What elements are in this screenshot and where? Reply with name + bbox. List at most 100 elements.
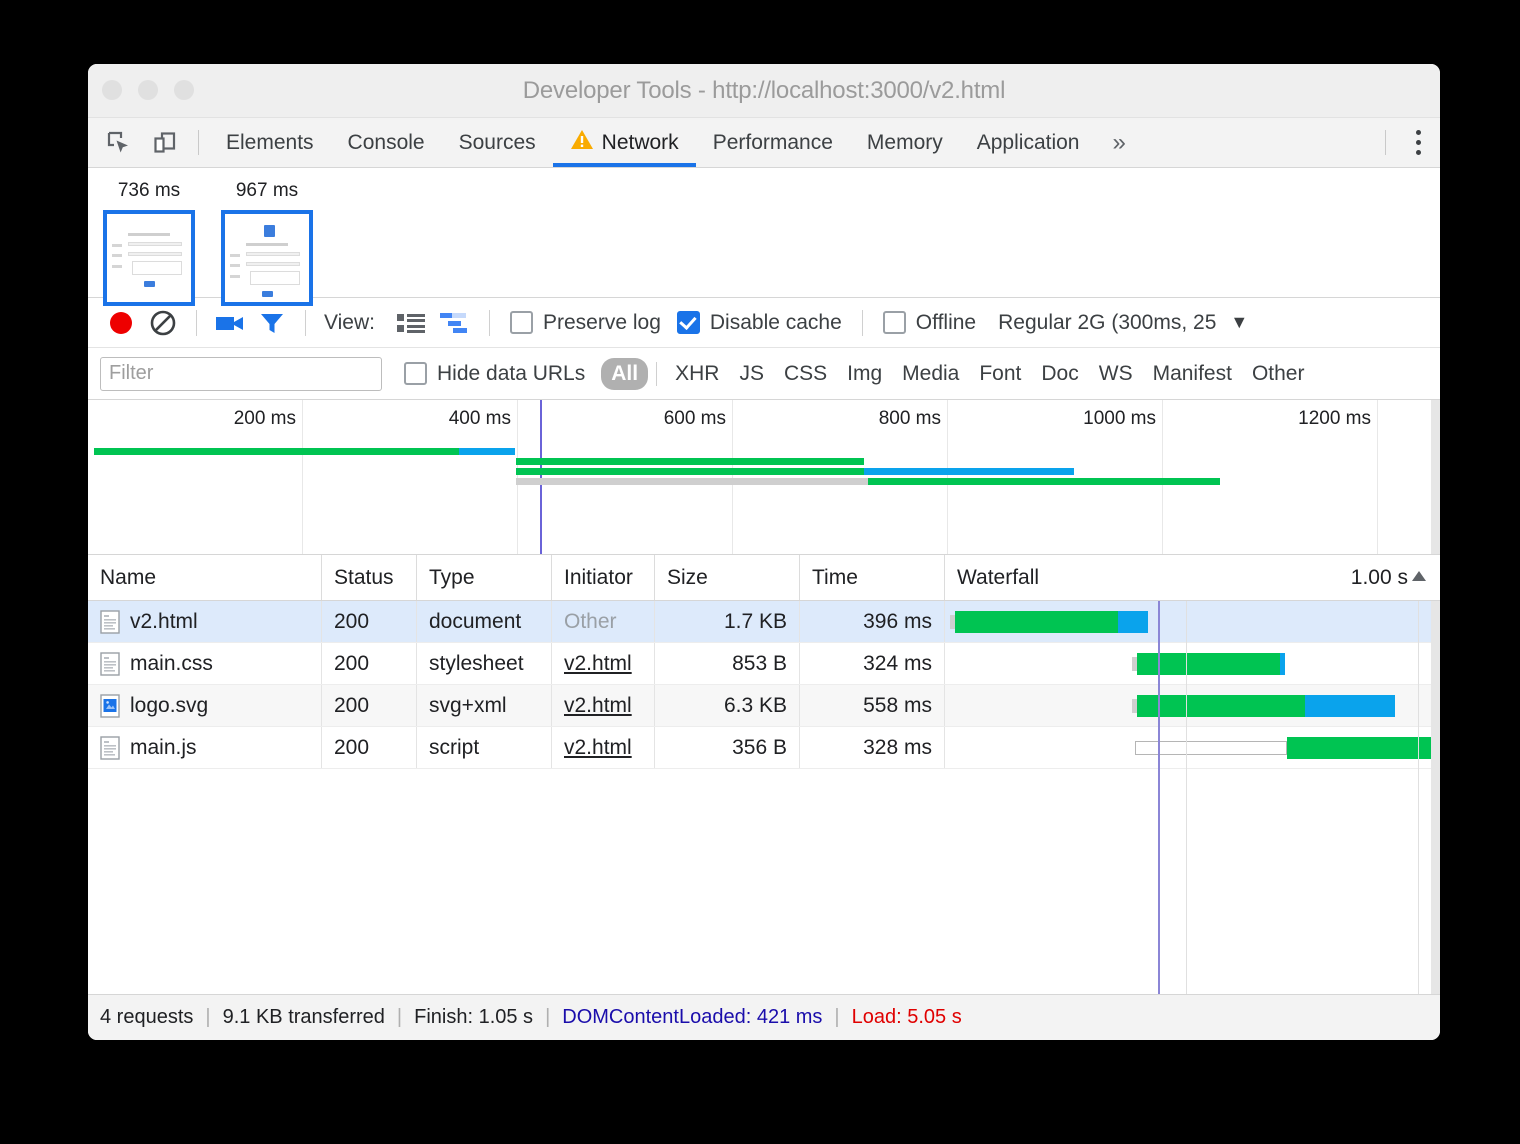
camera-icon[interactable]	[209, 302, 251, 344]
checkbox-box[interactable]	[404, 362, 427, 385]
tab-console[interactable]: Console	[331, 118, 442, 167]
column-header-status[interactable]: Status	[322, 555, 417, 600]
table-row[interactable]: v2.html 200 document Other 1.7 KB 396 ms	[88, 601, 1440, 643]
dom-content-loaded-marker	[540, 400, 542, 554]
cell-waterfall	[945, 643, 1440, 684]
offline-checkbox[interactable]: Offline	[875, 311, 984, 335]
overview-bar-green	[516, 458, 864, 465]
cell-name: main.css	[88, 643, 322, 684]
frame-thumbnail[interactable]	[103, 210, 195, 306]
disable-cache-checkbox[interactable]: Disable cache	[669, 311, 850, 335]
disable-cache-label: Disable cache	[710, 311, 842, 335]
table-row[interactable]: main.css 200 stylesheet v2.html 853 B 32…	[88, 643, 1440, 685]
filter-type-ws[interactable]: WS	[1089, 358, 1143, 390]
filmstrip: 736 ms 967 ms	[88, 168, 1440, 298]
waterfall-scale-group: 1.00 s	[1351, 566, 1428, 590]
filter-type-all[interactable]: All	[601, 358, 648, 390]
throttle-dropdown[interactable]: Regular 2G (300ms, 25 ▼	[998, 311, 1248, 335]
cell-type: stylesheet	[417, 643, 552, 684]
warning-triangle-icon	[570, 129, 594, 156]
table-header-row: Name Status Type Initiator Size Time Wat…	[88, 555, 1440, 601]
filmstrip-frame[interactable]: 736 ms	[102, 180, 196, 306]
toolbar-divider-4	[862, 310, 863, 336]
filter-type-media[interactable]: Media	[892, 358, 969, 390]
cell-size: 853 B	[655, 643, 800, 684]
column-header-type[interactable]: Type	[417, 555, 552, 600]
checkbox-box[interactable]	[677, 311, 700, 334]
hide-data-urls-checkbox[interactable]: Hide data URLs	[396, 362, 593, 386]
table-scrollbar[interactable]	[1431, 601, 1440, 994]
record-icon[interactable]	[100, 302, 142, 344]
filter-type-js[interactable]: JS	[729, 358, 774, 390]
tab-overflow-button[interactable]: »	[1096, 118, 1138, 167]
list-view-icon[interactable]	[389, 305, 433, 341]
tab-label: Memory	[867, 131, 943, 155]
cell-name: main.js	[88, 727, 322, 768]
request-name: v2.html	[130, 610, 198, 634]
frame-thumbnail[interactable]	[221, 210, 313, 306]
device-toolbar-icon[interactable]	[148, 126, 182, 160]
inspect-element-icon[interactable]	[102, 126, 136, 160]
filter-divider	[656, 362, 657, 386]
filter-type-manifest[interactable]: Manifest	[1143, 358, 1242, 390]
column-header-name[interactable]: Name	[88, 555, 322, 600]
filter-input[interactable]	[100, 357, 382, 391]
filter-type-css[interactable]: CSS	[774, 358, 837, 390]
tab-memory[interactable]: Memory	[850, 118, 960, 167]
table-row[interactable]: main.js 200 script v2.html 356 B 328 ms	[88, 727, 1440, 769]
table-row[interactable]: logo.svg 200 svg+xml v2.html 6.3 KB 558 …	[88, 685, 1440, 727]
preserve-log-checkbox[interactable]: Preserve log	[502, 311, 669, 335]
request-name: main.js	[130, 736, 197, 760]
frame-timestamp: 967 ms	[236, 180, 298, 202]
chevron-down-icon[interactable]: ▼	[1230, 312, 1248, 333]
column-header-size[interactable]: Size	[655, 555, 800, 600]
column-header-waterfall[interactable]: Waterfall 1.00 s	[945, 555, 1440, 600]
initiator-link[interactable]: v2.html	[564, 652, 632, 676]
page-preview	[110, 217, 188, 299]
cell-initiator: v2.html	[552, 643, 655, 684]
tab-performance[interactable]: Performance	[696, 118, 850, 167]
waterfall-gridline	[1418, 601, 1419, 994]
filter-funnel-icon[interactable]	[251, 302, 293, 344]
tab-elements[interactable]: Elements	[209, 118, 331, 167]
waterfall-view-icon[interactable]	[433, 305, 477, 341]
requests-table: Name Status Type Initiator Size Time Wat…	[88, 555, 1440, 994]
checkbox-box[interactable]	[883, 311, 906, 334]
cell-initiator: v2.html	[552, 685, 655, 726]
waterfall-segment-green	[1287, 737, 1437, 759]
filter-type-img[interactable]: Img	[837, 358, 892, 390]
waterfall-label: Waterfall	[957, 566, 1039, 590]
status-separator: |	[397, 1006, 402, 1029]
checkbox-box[interactable]	[510, 311, 533, 334]
table-body: v2.html 200 document Other 1.7 KB 396 ms	[88, 601, 1440, 994]
initiator-link[interactable]: v2.html	[564, 736, 632, 760]
cell-status: 200	[322, 643, 417, 684]
cell-time: 558 ms	[800, 685, 945, 726]
cell-name: v2.html	[88, 601, 322, 642]
column-header-initiator[interactable]: Initiator	[552, 555, 655, 600]
tab-label: Elements	[226, 131, 314, 155]
cell-status: 200	[322, 685, 417, 726]
cell-waterfall	[945, 685, 1440, 726]
tab-sources[interactable]: Sources	[442, 118, 553, 167]
document-file-icon	[100, 652, 120, 676]
more-vertical-icon[interactable]	[1396, 130, 1440, 155]
clear-icon[interactable]	[142, 302, 184, 344]
column-header-time[interactable]: Time	[800, 555, 945, 600]
filmstrip-frame[interactable]: 967 ms	[220, 180, 314, 306]
sort-ascending-icon[interactable]	[1410, 566, 1428, 590]
network-overview-timeline[interactable]: 200 ms 400 ms 600 ms 800 ms 1000 ms 1200…	[88, 400, 1440, 555]
tab-bar-right	[1375, 118, 1440, 167]
filter-type-other[interactable]: Other	[1242, 358, 1315, 390]
tab-application[interactable]: Application	[960, 118, 1097, 167]
panel-tab-bar: Elements Console Sources Network	[88, 118, 1440, 168]
toolbar-divider-3	[489, 310, 490, 336]
initiator-link[interactable]: v2.html	[564, 694, 632, 718]
dom-content-loaded-time: DOMContentLoaded: 421 ms	[562, 1006, 822, 1029]
view-label: View:	[324, 311, 375, 335]
filter-type-xhr[interactable]: XHR	[665, 358, 729, 390]
document-file-icon	[100, 736, 120, 760]
tab-network[interactable]: Network	[553, 118, 696, 167]
filter-type-font[interactable]: Font	[969, 358, 1031, 390]
filter-type-doc[interactable]: Doc	[1031, 358, 1088, 390]
